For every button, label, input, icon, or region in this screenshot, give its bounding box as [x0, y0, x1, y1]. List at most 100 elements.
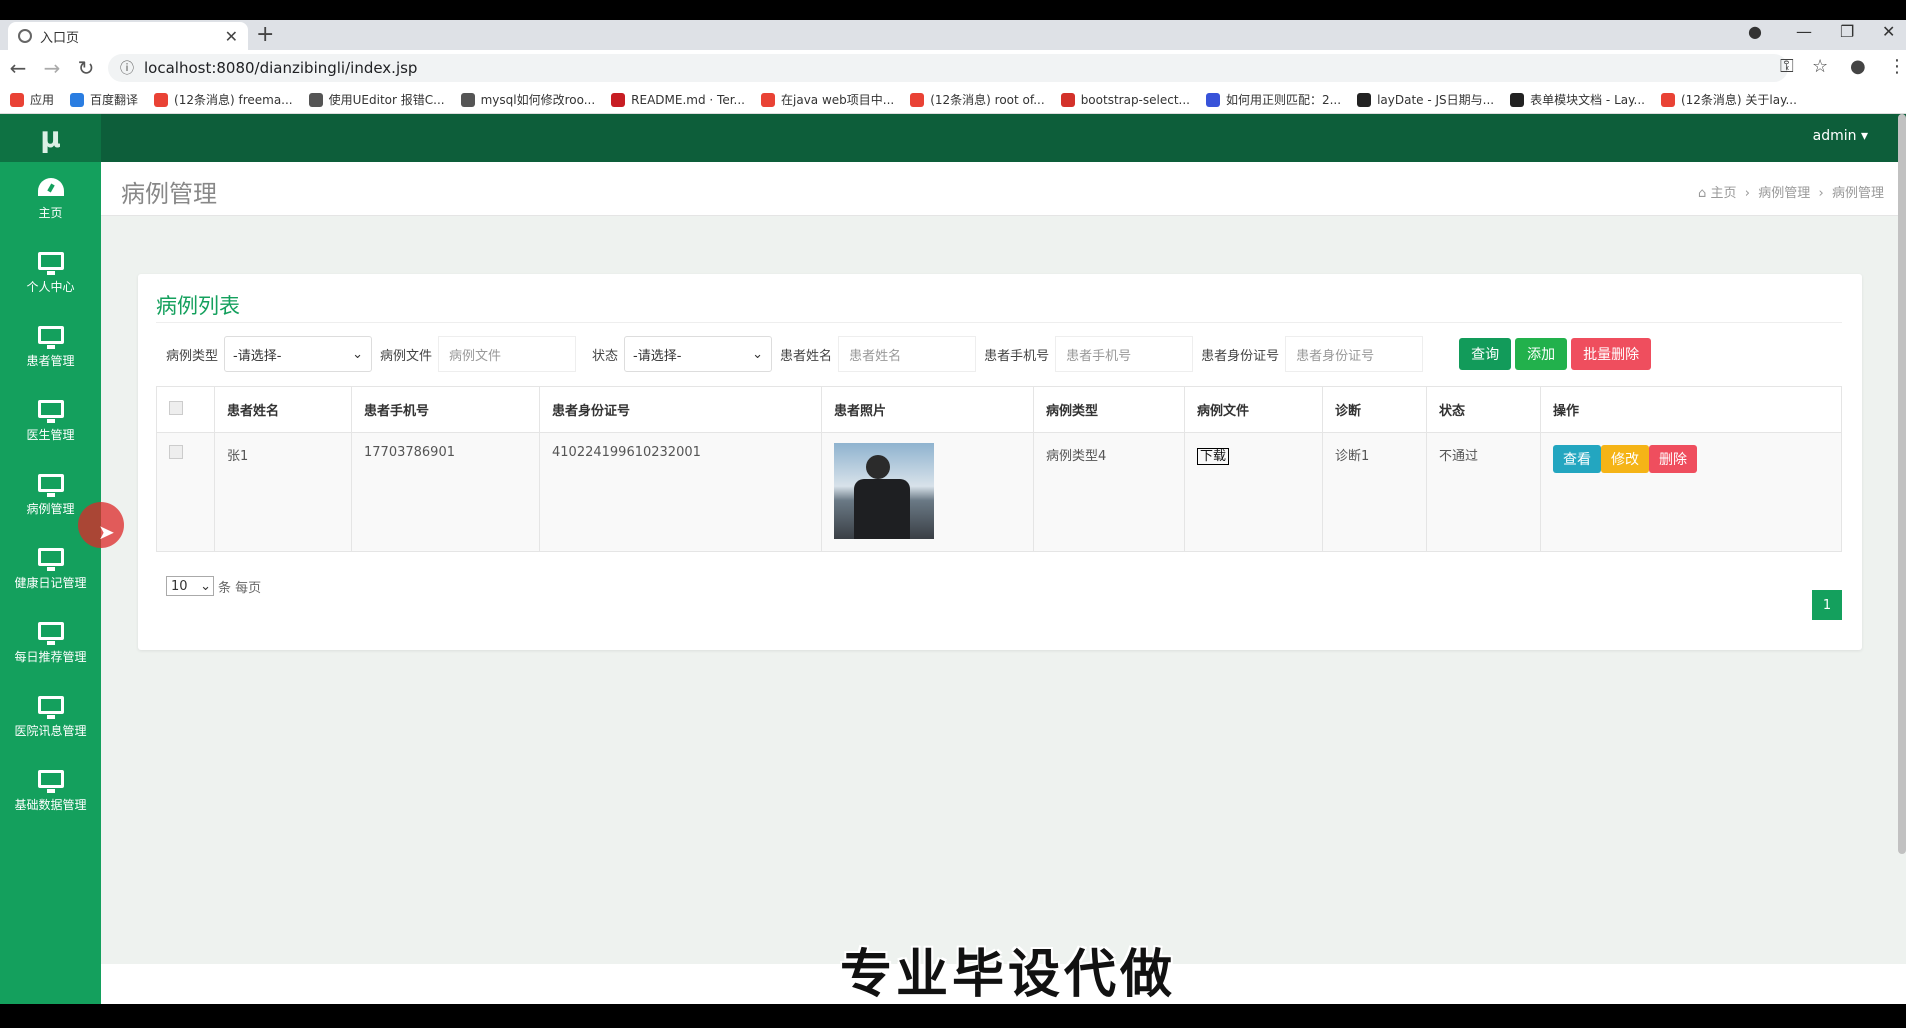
- sidebar-item-7[interactable]: 医院讯息管理: [0, 680, 101, 754]
- edit-button[interactable]: 修改: [1601, 445, 1649, 473]
- download-button[interactable]: 下载: [1197, 448, 1230, 465]
- bookmark-label: 在java web项目中...: [781, 93, 895, 107]
- bookmark-favicon-icon: [611, 92, 626, 107]
- sidebar-item-label: 医生管理: [26, 427, 75, 442]
- panel-title: 病例列表: [156, 294, 240, 318]
- bookmark-favicon-icon: [1205, 92, 1220, 107]
- phone-input[interactable]: 患者手机号: [1055, 336, 1194, 372]
- phone-label: 患者手机号: [984, 348, 1050, 364]
- bookmark-favicon-icon: [910, 92, 925, 107]
- user-menu[interactable]: admin ▾: [1813, 128, 1868, 144]
- row-checkbox[interactable]: [169, 445, 183, 459]
- account-icon[interactable]: ●: [1850, 56, 1866, 77]
- bookmark-item[interactable]: mysql如何修改roo...: [460, 91, 595, 108]
- sidebar-item-2[interactable]: 患者管理: [0, 310, 101, 384]
- bookmark-label: 使用UEditor 报错C...: [328, 93, 445, 107]
- view-button[interactable]: 查看: [1553, 445, 1601, 473]
- breadcrumb-parent[interactable]: 病例管理: [1758, 186, 1810, 201]
- status-select[interactable]: -请选择- ⌄: [624, 336, 773, 372]
- col-status[interactable]: 状态: [1426, 386, 1541, 433]
- page-size-select[interactable]: 10 ⌄: [166, 576, 214, 596]
- restore-icon[interactable]: ❐: [1840, 22, 1854, 41]
- bookmark-item[interactable]: layDate - JS日期与...: [1357, 91, 1494, 108]
- col-idcard[interactable]: 患者身份证号: [539, 386, 822, 433]
- menu-icon[interactable]: ⋮: [1888, 56, 1906, 77]
- sidebar-item-label: 每日推荐管理: [14, 649, 87, 664]
- monitor-icon: [37, 695, 64, 719]
- bookmark-item[interactable]: 百度翻译: [70, 91, 138, 108]
- logo: μ: [0, 114, 101, 162]
- type-select-value: -请选择-: [233, 348, 282, 364]
- col-file[interactable]: 病例文件: [1184, 386, 1323, 433]
- status-select-value: -请选择-: [633, 348, 682, 364]
- sidebar-item-3[interactable]: 医生管理: [0, 384, 101, 458]
- delete-button[interactable]: 删除: [1649, 445, 1697, 473]
- close-window-icon[interactable]: ✕: [1882, 22, 1895, 41]
- sidebar-item-label: 基础数据管理: [14, 797, 87, 812]
- tab-strip: 入口页 ✕ + ● — ❐ ✕: [0, 20, 1906, 50]
- chevron-right-icon: ›: [1740, 186, 1755, 201]
- new-tab-button[interactable]: +: [256, 22, 274, 47]
- col-name[interactable]: 患者姓名: [214, 386, 352, 433]
- bookmark-item[interactable]: (12条消息) root of...: [910, 91, 1045, 108]
- patient-photo: [834, 443, 934, 539]
- bookmarks-bar: 应用 百度翻译 (12条消息) freema... 使用UEditor 报错C... m…: [0, 86, 1906, 114]
- bookmark-favicon-icon: [308, 92, 323, 107]
- bookmark-item[interactable]: 如何用正则匹配：2...: [1205, 91, 1341, 108]
- minimize-icon[interactable]: —: [1796, 22, 1812, 41]
- col-photo[interactable]: 患者照片: [821, 386, 1034, 433]
- star-icon[interactable]: ☆: [1812, 56, 1828, 77]
- photo-head: [866, 455, 890, 479]
- bookmark-item[interactable]: README.md · Ter...: [611, 92, 745, 107]
- col-phone[interactable]: 患者手机号: [351, 386, 540, 433]
- bookmark-item[interactable]: (12条消息) 关于lay...: [1660, 91, 1797, 108]
- select-all-checkbox[interactable]: [169, 400, 183, 415]
- sidebar-item-1[interactable]: 个人中心: [0, 236, 101, 310]
- bookmark-item[interactable]: 应用: [10, 91, 54, 108]
- chevron-down-icon: ⌄: [752, 346, 764, 362]
- page-1-button[interactable]: 1: [1812, 590, 1842, 620]
- name-input[interactable]: 患者姓名: [838, 336, 977, 372]
- col-diagnosis[interactable]: 诊断: [1322, 386, 1427, 433]
- home-icon: ⌂: [1698, 186, 1707, 201]
- bookmark-item[interactable]: 在java web项目中...: [761, 91, 894, 108]
- sidebar-item-8[interactable]: 基础数据管理: [0, 754, 101, 828]
- type-select[interactable]: -请选择- ⌄: [224, 336, 373, 372]
- page-size-value: 10: [171, 578, 188, 594]
- close-tab-icon[interactable]: ✕: [225, 27, 238, 46]
- breadcrumb-home[interactable]: 主页: [1710, 186, 1736, 201]
- row-select-cell: [156, 432, 215, 552]
- profile-menu-icon[interactable]: ●: [1748, 22, 1762, 41]
- case-table: 患者姓名 患者手机号 患者身份证号 患者照片 病例类型 病例文件 诊断 状态 操…: [156, 386, 1842, 552]
- sidebar-item-label: 病例管理: [26, 501, 75, 516]
- bookmark-label: README.md · Ter...: [631, 92, 745, 107]
- add-button[interactable]: 添加: [1515, 338, 1568, 370]
- file-input[interactable]: 病例文件: [438, 336, 577, 372]
- top-bar: admin ▾: [101, 114, 1906, 162]
- bookmark-item[interactable]: 表单模块文档 - Lay...: [1510, 91, 1645, 108]
- cell-photo: [821, 432, 1034, 552]
- globe-icon: [18, 29, 32, 43]
- bookmark-item[interactable]: 使用UEditor 报错C...: [308, 91, 445, 108]
- col-type[interactable]: 病例类型: [1033, 386, 1185, 433]
- browser-tab[interactable]: 入口页 ✕: [8, 22, 248, 50]
- forward-icon[interactable]: →: [36, 56, 68, 80]
- bookmark-item[interactable]: (12条消息) freema...: [154, 91, 293, 108]
- info-icon[interactable]: ⓘ: [120, 58, 134, 78]
- sidebar-item-0[interactable]: 主页: [0, 162, 101, 236]
- query-button[interactable]: 查询: [1459, 338, 1512, 370]
- batch-delete-button[interactable]: 批量删除: [1571, 338, 1652, 370]
- address-bar[interactable]: ⓘ localhost:8080/dianzibingli/index.jsp: [108, 54, 1788, 82]
- cell-actions: 查看 修改 删除: [1540, 432, 1842, 552]
- reload-icon[interactable]: ↻: [70, 56, 102, 80]
- scrollbar[interactable]: [1898, 114, 1906, 854]
- cell-phone: 17703786901: [351, 432, 540, 552]
- video-caption: 专业毕设代做: [840, 945, 1177, 1005]
- status-label: 状态: [592, 348, 619, 364]
- back-icon[interactable]: ←: [2, 56, 34, 80]
- key-icon[interactable]: ⚿: [1780, 56, 1794, 77]
- bookmark-item[interactable]: bootstrap-select...: [1060, 92, 1190, 107]
- id-input[interactable]: 患者身份证号: [1285, 336, 1424, 372]
- type-label: 病例类型: [166, 348, 219, 364]
- sidebar-item-6[interactable]: 每日推荐管理: [0, 606, 101, 680]
